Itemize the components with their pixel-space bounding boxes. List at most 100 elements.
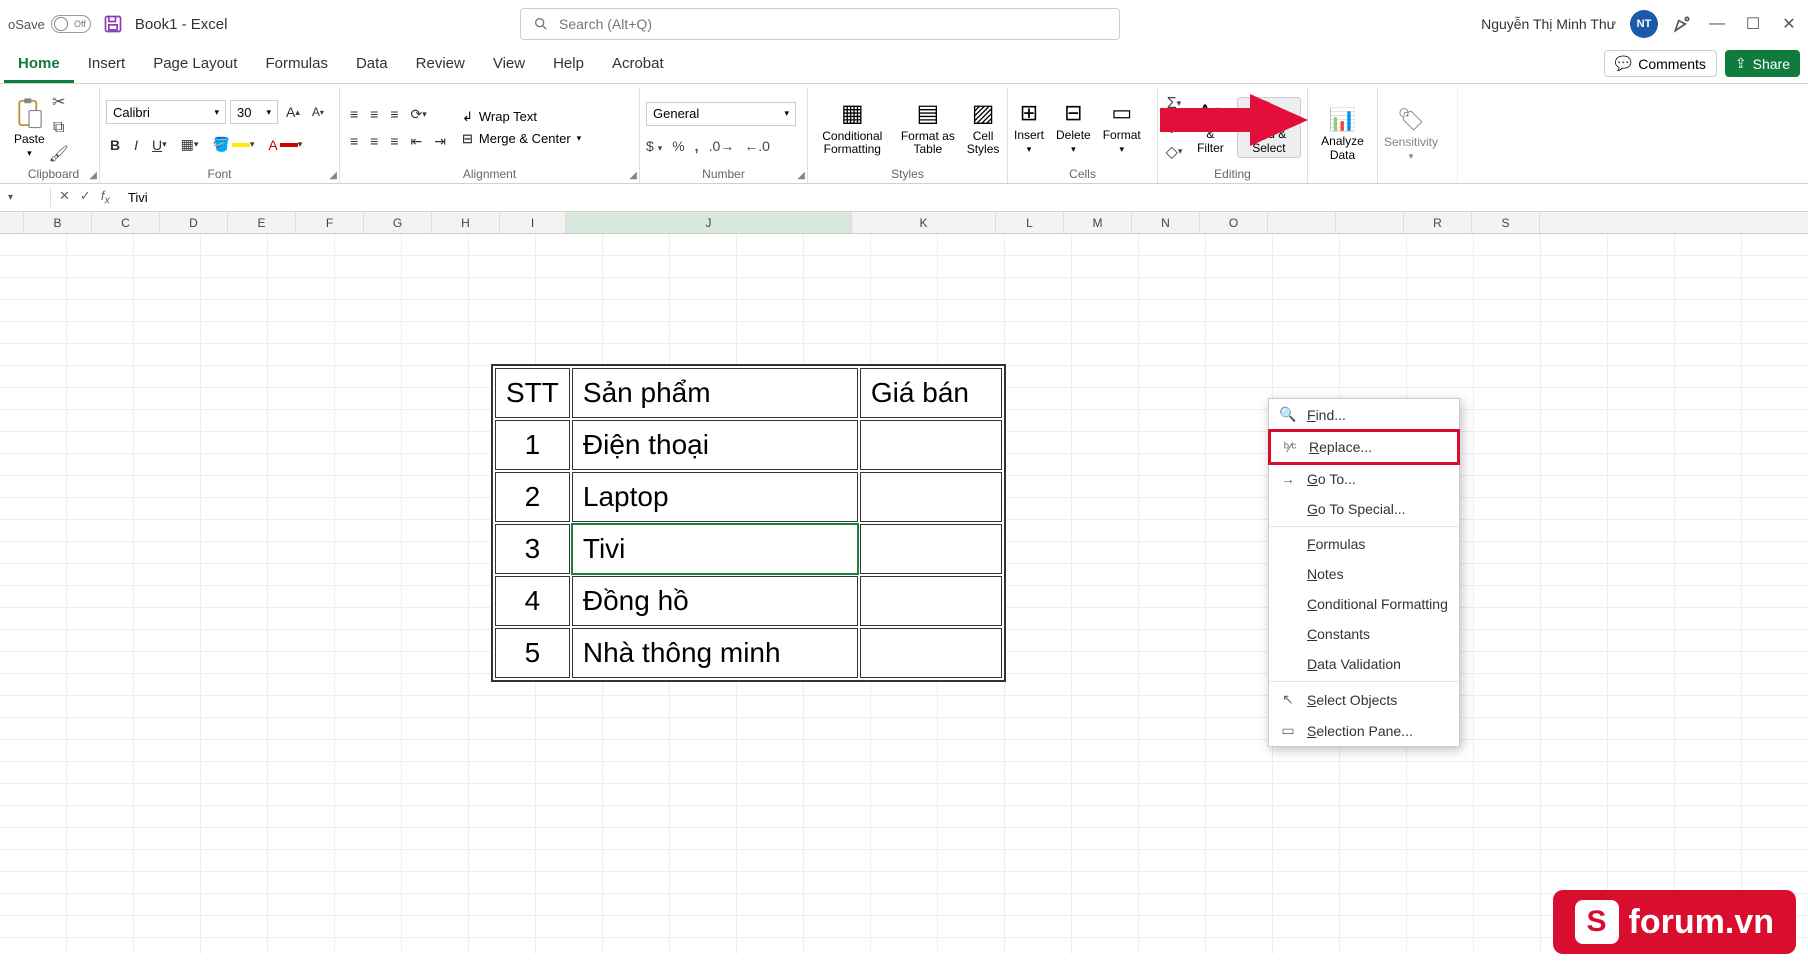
confirm-formula-icon[interactable]: ✓ xyxy=(80,188,91,207)
col-header-I[interactable]: I xyxy=(500,212,566,233)
tab-view[interactable]: View xyxy=(479,47,539,83)
name-box[interactable]: ▾ xyxy=(0,192,50,203)
formula-input[interactable]: Tivi xyxy=(118,190,1808,205)
col-header-P[interactable] xyxy=(1268,212,1336,233)
col-header-R[interactable]: R xyxy=(1404,212,1472,233)
cell-stt[interactable]: 5 xyxy=(495,628,570,678)
search-box[interactable]: Search (Alt+Q) xyxy=(520,8,1120,40)
find-select-button[interactable]: 🔍 Find & Select xyxy=(1237,97,1301,157)
align-top-icon[interactable]: ≡ xyxy=(346,104,362,125)
grid-body[interactable]: STT Sản phẩm Giá bán 1Điện thoại2Laptop3… xyxy=(0,234,1808,954)
align-right-icon[interactable]: ≡ xyxy=(386,131,402,152)
menu-item-formulas[interactable]: Formulas xyxy=(1269,529,1459,559)
percent-format-icon[interactable]: % xyxy=(672,138,684,154)
autosave-toggle[interactable]: Off xyxy=(51,15,91,33)
header-price[interactable]: Giá bán xyxy=(860,368,1002,418)
cell-stt[interactable]: 1 xyxy=(495,420,570,470)
cut-icon[interactable]: ✂ xyxy=(49,92,69,112)
orientation-icon[interactable]: ⟳▾ xyxy=(407,104,431,125)
cell-stt[interactable]: 2 xyxy=(495,472,570,522)
increase-decimal-icon[interactable]: .0→ xyxy=(709,138,735,154)
autosave[interactable]: oSave Off xyxy=(8,15,91,33)
menu-item-constants[interactable]: Constants xyxy=(1269,619,1459,649)
col-header-L[interactable]: L xyxy=(996,212,1064,233)
col-header-Q[interactable] xyxy=(1336,212,1404,233)
maximize-button[interactable]: ☐ xyxy=(1742,14,1764,34)
share-button[interactable]: ⇪ Share xyxy=(1725,50,1800,77)
cell-price[interactable] xyxy=(860,472,1002,522)
tab-review[interactable]: Review xyxy=(402,47,479,83)
menu-item-find[interactable]: 🔍Find... xyxy=(1269,399,1459,430)
cell-stt[interactable]: 3 xyxy=(495,524,570,574)
sort-filter-button[interactable]: A↓ & Filter xyxy=(1196,100,1225,154)
tab-data[interactable]: Data xyxy=(342,47,402,83)
format-as-table-button[interactable]: ▤ Format as Table xyxy=(901,99,955,156)
font-name-select[interactable]: Calibri▾ xyxy=(106,100,226,124)
italic-button[interactable]: I xyxy=(130,135,142,155)
delete-cells-button[interactable]: ⊟ Delete▾ xyxy=(1056,100,1091,155)
cell-product[interactable]: Điện thoại xyxy=(572,420,858,470)
worksheet-grid[interactable]: BCDEFGHIJKLMNORS STT Sản phẩm Giá bán 1Đ… xyxy=(0,212,1808,954)
header-stt[interactable]: STT xyxy=(495,368,570,418)
cell-product[interactable]: Nhà thông minh xyxy=(572,628,858,678)
col-header-H[interactable]: H xyxy=(432,212,500,233)
menu-item-go-to[interactable]: →Go To... xyxy=(1269,464,1459,494)
alignment-dialog-launcher[interactable]: ◢ xyxy=(629,170,637,181)
cell-stt[interactable]: 4 xyxy=(495,576,570,626)
font-size-select[interactable]: 30▾ xyxy=(230,100,278,124)
insert-cells-button[interactable]: ⊞ Insert▾ xyxy=(1014,100,1044,155)
fill-icon[interactable]: ⬇▾ xyxy=(1164,118,1184,138)
analyze-data-button[interactable]: 📊 Analyze Data xyxy=(1314,107,1371,161)
menu-item-data-validation[interactable]: Data Validation xyxy=(1269,649,1459,679)
coming-soon-icon[interactable] xyxy=(1672,14,1692,34)
number-format-select[interactable]: General▾ xyxy=(646,102,796,126)
tab-formulas[interactable]: Formulas xyxy=(251,47,342,83)
cancel-formula-icon[interactable]: ✕ xyxy=(59,188,70,207)
menu-item-notes[interactable]: Notes xyxy=(1269,559,1459,589)
menu-item-go-to-special[interactable]: Go To Special... xyxy=(1269,494,1459,524)
save-icon[interactable] xyxy=(103,14,123,34)
col-header-G[interactable]: G xyxy=(364,212,432,233)
col-header-C[interactable]: C xyxy=(92,212,160,233)
col-header-F[interactable]: F xyxy=(296,212,364,233)
font-color-icon[interactable]: A▾ xyxy=(264,135,306,155)
cell-price[interactable] xyxy=(860,524,1002,574)
increase-font-icon[interactable]: A▴ xyxy=(282,102,304,122)
cell-price[interactable] xyxy=(860,628,1002,678)
copy-icon[interactable]: ⧉ xyxy=(49,118,69,138)
align-middle-icon[interactable]: ≡ xyxy=(366,104,382,125)
align-bottom-icon[interactable]: ≡ xyxy=(386,104,402,125)
col-header-N[interactable]: N xyxy=(1132,212,1200,233)
cell-styles-button[interactable]: ▨ Cell Styles xyxy=(965,99,1001,156)
bold-button[interactable]: B xyxy=(106,135,124,155)
col-header-S[interactable]: S xyxy=(1472,212,1540,233)
borders-icon[interactable]: ▦ ▾ xyxy=(177,134,203,155)
decrease-decimal-icon[interactable]: ←.0 xyxy=(744,138,770,154)
cell-product[interactable]: Tivi xyxy=(572,524,858,574)
cell-price[interactable] xyxy=(860,576,1002,626)
clipboard-dialog-launcher[interactable]: ◢ xyxy=(89,170,97,181)
format-painter-icon[interactable]: 🖌 xyxy=(49,144,69,164)
col-header-D[interactable]: D xyxy=(160,212,228,233)
tab-home[interactable]: Home xyxy=(4,47,74,83)
col-header-M[interactable]: M xyxy=(1064,212,1132,233)
number-dialog-launcher[interactable]: ◢ xyxy=(797,170,805,181)
col-header-J[interactable]: J xyxy=(566,212,852,233)
cell-product[interactable]: Đồng hồ xyxy=(572,576,858,626)
column-headers[interactable]: BCDEFGHIJKLMNORS xyxy=(0,212,1808,234)
fx-icon[interactable]: fx xyxy=(101,188,110,207)
merge-center-button[interactable]: ⊟ Merge & Center ▾ xyxy=(462,131,581,147)
align-left-icon[interactable]: ≡ xyxy=(346,131,362,152)
comma-format-icon[interactable]: , xyxy=(695,138,699,154)
tab-acrobat[interactable]: Acrobat xyxy=(598,47,678,83)
menu-item-replace[interactable]: ᵇ⁄ᶜReplace... xyxy=(1268,429,1460,465)
col-header-K[interactable]: K xyxy=(852,212,996,233)
tab-insert[interactable]: Insert xyxy=(74,47,140,83)
wrap-text-button[interactable]: ↲ Wrap Text xyxy=(462,109,581,125)
tab-page-layout[interactable]: Page Layout xyxy=(139,47,251,83)
autosum-icon[interactable]: Σ▾ xyxy=(1164,94,1184,114)
menu-item-select-objects[interactable]: ↖Select Objects xyxy=(1269,684,1459,715)
decrease-indent-icon[interactable]: ⇤ xyxy=(407,131,427,152)
col-header-B[interactable]: B xyxy=(24,212,92,233)
fill-color-icon[interactable]: 🪣▾ xyxy=(208,134,258,155)
